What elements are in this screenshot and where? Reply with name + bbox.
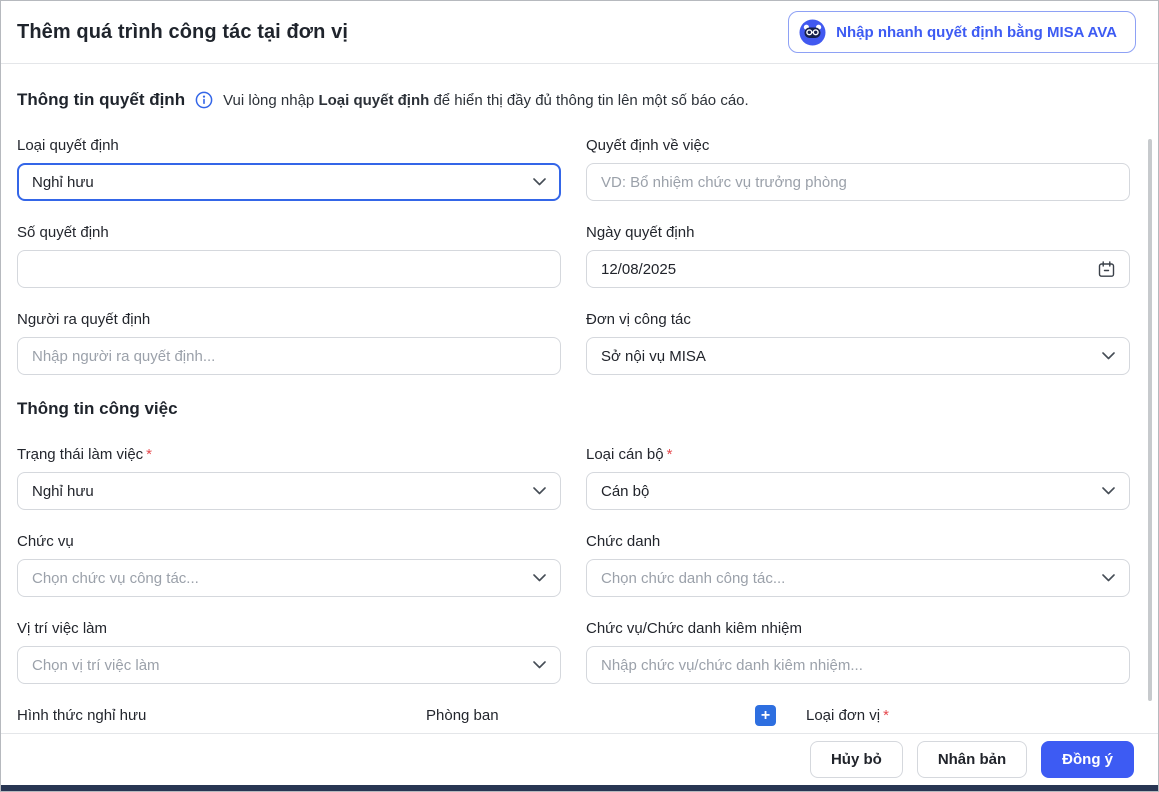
job-position-select[interactable]: Chọn vị trí việc làm (17, 646, 561, 684)
field-decision-type: Loại quyết định Nghỉ hưu (17, 136, 561, 201)
modal-body: Thông tin quyết định Vui lòng nhập Loại … (1, 64, 1158, 733)
concurrent-position-label: Chức vụ/Chức danh kiêm nhiệm (586, 619, 1130, 639)
field-unit-type: Loại đơn vị* (806, 706, 1130, 733)
position-placeholder: Chọn chức vụ công tác... (32, 570, 199, 587)
misa-ava-quick-entry-button[interactable]: Nhập nhanh quyết định bằng MISA AVA (788, 11, 1136, 53)
cancel-button[interactable]: Hủy bỏ (810, 741, 903, 778)
calendar-icon[interactable] (1098, 261, 1115, 278)
field-concurrent-position: Chức vụ/Chức danh kiêm nhiệm (586, 619, 1130, 684)
job-section-title: Thông tin công việc (17, 399, 178, 419)
decision-maker-label: Người ra quyết định (17, 310, 561, 330)
decision-date-input[interactable] (601, 251, 1090, 287)
decision-type-value: Nghỉ hưu (32, 174, 94, 191)
modal-header: Thêm quá trình công tác tại đơn vị Nhập … (1, 1, 1158, 64)
work-status-value: Nghỉ hưu (32, 483, 94, 500)
field-decision-number: Số quyết định (17, 223, 561, 288)
chevron-down-icon (1102, 352, 1115, 360)
decision-section-title: Thông tin quyết định (17, 90, 185, 110)
concurrent-position-input[interactable] (601, 647, 1115, 683)
field-department: Phòng ban + (426, 706, 776, 733)
ok-button[interactable]: Đồng ý (1041, 741, 1134, 778)
retirement-form-label: Hình thức nghỉ hưu (17, 706, 396, 726)
position-label: Chức vụ (17, 532, 561, 552)
chevron-down-icon (1102, 574, 1115, 582)
field-job-position: Vị trí việc làm Chọn vị trí việc làm (17, 619, 561, 684)
decision-date-control (586, 250, 1130, 288)
field-position: Chức vụ Chọn chức vụ công tác... (17, 532, 561, 597)
ava-robot-icon (799, 19, 826, 46)
field-work-unit: Đơn vị công tác Sở nội vụ MISA (586, 310, 1130, 375)
chevron-down-icon (1102, 487, 1115, 495)
modal-footer: Hủy bỏ Nhân bản Đồng ý (1, 733, 1158, 785)
modal-title: Thêm quá trình công tác tại đơn vị (17, 21, 348, 44)
background-bottom-bar (1, 785, 1158, 791)
field-decision-about: Quyết định về việc (586, 136, 1130, 201)
work-unit-select[interactable]: Sở nội vụ MISA (586, 337, 1130, 375)
job-title-select[interactable]: Chọn chức danh công tác... (586, 559, 1130, 597)
position-select[interactable]: Chọn chức vụ công tác... (17, 559, 561, 597)
duplicate-button[interactable]: Nhân bản (917, 741, 1027, 778)
field-work-status: Trạng thái làm việc* Nghỉ hưu (17, 445, 561, 510)
add-work-process-modal: Thêm quá trình công tác tại đơn vị Nhập … (0, 0, 1159, 792)
work-status-label: Trạng thái làm việc* (17, 445, 561, 465)
chevron-down-icon (533, 487, 546, 495)
department-label: Phòng ban (426, 706, 499, 726)
decision-number-control (17, 250, 561, 288)
decision-date-label: Ngày quyết định (586, 223, 1130, 243)
decision-type-select[interactable]: Nghỉ hưu (17, 163, 561, 201)
job-position-placeholder: Chọn vị trí việc làm (32, 657, 160, 674)
staff-type-select[interactable]: Cán bộ (586, 472, 1130, 510)
decision-maker-control (17, 337, 561, 375)
field-retirement-form: Hình thức nghỉ hưu (17, 706, 396, 733)
concurrent-position-control (586, 646, 1130, 684)
chevron-down-icon (533, 661, 546, 669)
unit-type-label: Loại đơn vị* (806, 706, 1130, 726)
decision-section-note: Vui lòng nhập Loại quyết định để hiển th… (223, 92, 749, 109)
job-title-label: Chức danh (586, 532, 1130, 552)
staff-type-label: Loại cán bộ* (586, 445, 1130, 465)
field-decision-maker: Người ra quyết định (17, 310, 561, 375)
info-icon (195, 91, 213, 109)
field-decision-date: Ngày quyết định (586, 223, 1130, 288)
field-job-title: Chức danh Chọn chức danh công tác... (586, 532, 1130, 597)
work-status-select[interactable]: Nghỉ hưu (17, 472, 561, 510)
decision-type-label: Loại quyết định (17, 136, 561, 156)
staff-type-value: Cán bộ (601, 483, 649, 500)
required-asterisk: * (146, 446, 152, 463)
job-section-header: Thông tin công việc (17, 399, 1130, 419)
chevron-down-icon (533, 178, 546, 186)
row-retirement-department-unittype: Hình thức nghỉ hưu Phòng ban + Loại đơn … (17, 706, 1130, 733)
decision-maker-input[interactable] (32, 338, 546, 374)
decision-about-label: Quyết định về việc (586, 136, 1130, 156)
decision-number-input[interactable] (32, 251, 546, 287)
required-asterisk: * (883, 707, 889, 724)
work-unit-value: Sở nội vụ MISA (601, 348, 706, 365)
decision-about-control (586, 163, 1130, 201)
decision-number-label: Số quyết định (17, 223, 561, 243)
work-unit-label: Đơn vị công tác (586, 310, 1130, 330)
add-department-button[interactable]: + (755, 705, 776, 726)
decision-section-header: Thông tin quyết định Vui lòng nhập Loại … (17, 90, 1130, 110)
field-staff-type: Loại cán bộ* Cán bộ (586, 445, 1130, 510)
vertical-scrollbar[interactable] (1148, 139, 1152, 701)
decision-about-input[interactable] (601, 164, 1115, 200)
chevron-down-icon (533, 574, 546, 582)
required-asterisk: * (667, 446, 673, 463)
job-title-placeholder: Chọn chức danh công tác... (601, 570, 785, 587)
job-position-label: Vị trí việc làm (17, 619, 561, 639)
ava-button-label: Nhập nhanh quyết định bằng MISA AVA (836, 24, 1117, 41)
